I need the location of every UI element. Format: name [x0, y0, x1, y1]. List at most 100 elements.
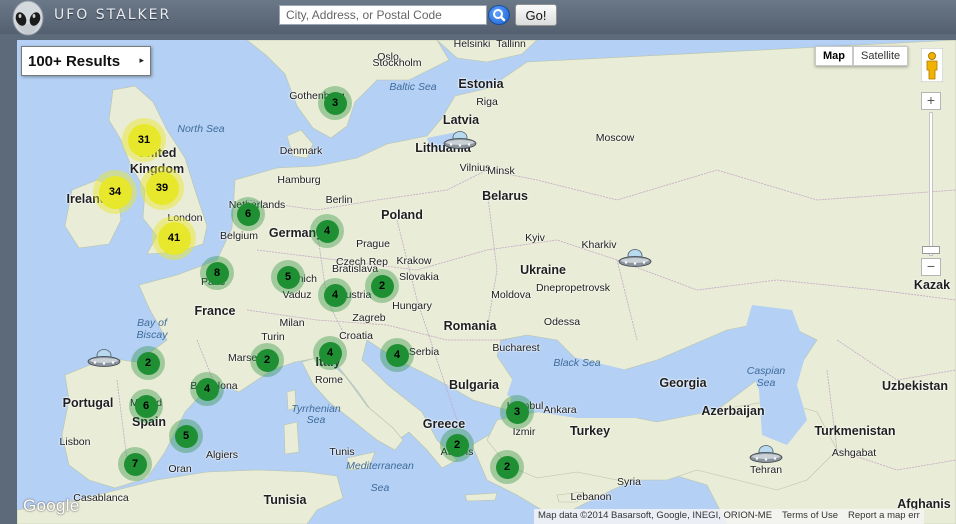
map-label-city: Ankara	[543, 404, 577, 416]
map-label-city: Zagreb	[352, 312, 386, 324]
cluster-marker[interactable]: 41	[152, 216, 196, 260]
cluster-count: 41	[157, 221, 191, 255]
map-label-city: Bucharest	[492, 342, 540, 354]
map-label-city: Hamburg	[277, 174, 321, 186]
cluster-count: 4	[195, 377, 219, 401]
map-label-city: Moscow	[595, 132, 635, 144]
cluster-marker[interactable]: 4	[313, 336, 347, 370]
map-label-city: Vilnius	[459, 162, 491, 174]
map-view[interactable]: Helsinki Tallinn Oslo Stockholm Estonia Balti…	[17, 40, 956, 524]
site-logo-text: UFO STALKER	[54, 7, 172, 23]
map-label-country: Romania	[443, 319, 497, 333]
map-label-country: Georgia	[659, 376, 707, 390]
map-label-country: Uzbekistan	[882, 379, 948, 393]
map-label-country: Belarus	[482, 189, 528, 203]
cluster-marker[interactable]: 2	[365, 269, 399, 303]
cluster-marker[interactable]: 2	[440, 428, 474, 462]
cluster-marker[interactable]: 6	[129, 389, 163, 423]
results-panel[interactable]: 100+ Results ▸	[21, 46, 151, 76]
map-label-sea: Mediterranean	[346, 460, 414, 472]
map-label-city: Tunis	[329, 446, 355, 458]
map-terrain	[17, 40, 956, 524]
map-type-satellite-button[interactable]: Satellite	[853, 46, 909, 66]
cluster-count: 5	[174, 424, 198, 448]
report-map-error-link[interactable]: Report a map err	[848, 510, 920, 523]
map-label-sea: Baltic Sea	[389, 81, 437, 93]
map-label-sea: Bay of	[137, 317, 167, 329]
search-icon	[493, 9, 506, 22]
map-label-sea: Sea	[306, 414, 326, 426]
zoom-control: + −	[921, 92, 941, 276]
map-label-city: Syria	[617, 476, 641, 488]
cluster-marker[interactable]: 2	[490, 450, 524, 484]
map-label-city: Slovakia	[399, 271, 439, 283]
cluster-count: 2	[370, 274, 394, 298]
zoom-slider-track[interactable]	[929, 112, 933, 256]
map-label-country: Ukraine	[520, 263, 566, 277]
zoom-out-button[interactable]: −	[921, 258, 941, 276]
street-view-pegman-icon[interactable]	[921, 48, 943, 82]
cluster-marker[interactable]: 3	[500, 395, 534, 429]
results-count-label: 100+ Results	[28, 52, 121, 70]
cluster-marker[interactable]: 8	[200, 256, 234, 290]
map-label-city: Casablanca	[73, 492, 129, 504]
map-label-city: Moldova	[491, 289, 531, 301]
cluster-count: 4	[323, 283, 347, 307]
cluster-marker[interactable]: 4	[310, 214, 344, 248]
zoom-slider-handle[interactable]	[922, 246, 940, 254]
cluster-marker[interactable]: 2	[131, 346, 165, 380]
cluster-count: 4	[318, 341, 342, 365]
site-logo[interactable]: UFO STALKER	[8, 0, 172, 42]
header-bar: UFO STALKER Go!	[0, 0, 956, 36]
map-type-toggle: Map Satellite	[815, 46, 909, 66]
cluster-marker[interactable]: 4	[190, 372, 224, 406]
ufo-icon[interactable]	[749, 444, 783, 471]
ufo-icon[interactable]	[618, 248, 652, 275]
search-button[interactable]	[488, 5, 510, 25]
map-label-city: Dnepropetrovsk	[535, 282, 611, 294]
map-label-city: Minsk	[487, 165, 515, 177]
cluster-count: 5	[276, 265, 300, 289]
map-label-sea: North Sea	[177, 123, 225, 135]
map-label-city: Helsinki	[453, 40, 491, 50]
cluster-marker[interactable]: 7	[118, 447, 152, 481]
cluster-count: 2	[495, 455, 519, 479]
map-label-country: Estonia	[458, 77, 504, 91]
google-logo[interactable]: Google	[23, 496, 80, 516]
map-label-sea: Sea	[756, 377, 776, 389]
map-label-country: France	[194, 304, 236, 318]
zoom-in-button[interactable]: +	[921, 92, 941, 110]
map-label-city: Odessa	[543, 316, 581, 328]
map-label-city: Ashgabat	[831, 447, 877, 459]
cluster-count: 2	[445, 433, 469, 457]
map-label-country: Bulgaria	[448, 378, 500, 392]
cluster-marker[interactable]: 2	[250, 343, 284, 377]
map-label-city: Belgium	[220, 230, 258, 242]
terms-of-use-link[interactable]: Terms of Use	[782, 510, 838, 523]
cluster-marker[interactable]: 5	[271, 260, 305, 294]
cluster-marker[interactable]: 6	[231, 197, 265, 231]
cluster-count: 39	[145, 171, 179, 205]
cluster-marker[interactable]: 34	[93, 170, 137, 214]
cluster-count: 8	[205, 261, 229, 285]
ufo-icon[interactable]	[443, 130, 477, 157]
location-search-input[interactable]	[279, 5, 487, 25]
map-label-country: Latvia	[442, 113, 480, 127]
map-label-sea: Sea	[370, 482, 390, 494]
go-button[interactable]: Go!	[515, 4, 557, 26]
cluster-marker[interactable]: 31	[122, 118, 166, 162]
map-attribution: Map data ©2014 Basarsoft, Google, INEGI,…	[534, 509, 924, 524]
cluster-count: 2	[136, 351, 160, 375]
map-type-map-button[interactable]: Map	[815, 46, 853, 66]
ufo-icon[interactable]	[87, 348, 121, 375]
cluster-marker[interactable]: 39	[140, 166, 184, 210]
cluster-marker[interactable]: 3	[318, 86, 352, 120]
cluster-marker[interactable]: 5	[169, 419, 203, 453]
expand-arrow-icon: ▸	[139, 55, 144, 65]
alien-head-icon	[12, 0, 44, 36]
cluster-count: 4	[385, 343, 409, 367]
cluster-marker[interactable]: 4	[380, 338, 414, 372]
cluster-marker[interactable]: 4	[318, 278, 352, 312]
map-label-city: Denmark	[279, 145, 323, 157]
map-label-city: Berlin	[325, 194, 353, 206]
